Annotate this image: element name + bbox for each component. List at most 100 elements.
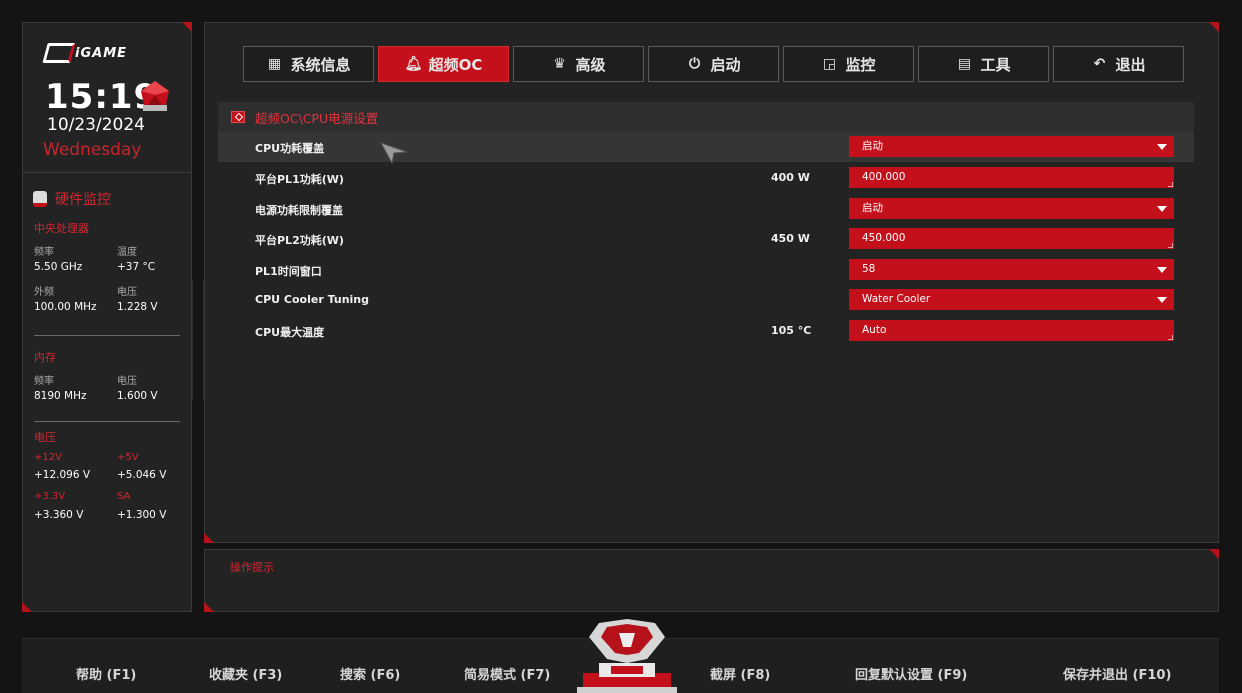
cpu-volt-label: 电压	[117, 287, 137, 298]
current-weekday: Wednesday	[43, 140, 142, 160]
search-button[interactable]: 搜索 (F6)	[340, 664, 400, 683]
setting-row-cpu-cooler-tuning[interactable]: CPU Cooler Tuning Water Cooler	[218, 285, 1194, 315]
divider	[34, 335, 180, 336]
cpu-volt-value: 1.228 V	[117, 301, 158, 313]
v12-label: +12V	[34, 452, 62, 463]
tab-advanced[interactable]: ♛ 高级	[513, 46, 644, 82]
mem-freq-label: 频率	[34, 376, 54, 387]
hardware-monitor-sidebar: iGAME 15:19 10/23/2024 Wednesday 硬件监控 中央…	[22, 22, 192, 612]
memory-section-title: 内存	[34, 351, 56, 364]
voltage-section-title: 电压	[34, 431, 56, 444]
setting-name: CPU功耗覆盖	[255, 142, 325, 155]
cpu-temp-label: 温度	[117, 247, 137, 258]
setting-name: 平台PL1功耗(W)	[255, 173, 344, 186]
hardware-monitor-label: 硬件监控	[55, 192, 111, 208]
pl2-power-input[interactable]: 450.000	[849, 228, 1174, 249]
cpu-freq-value: 5.50 GHz	[34, 261, 83, 273]
brand-logo: iGAME	[42, 43, 128, 63]
help-panel: 操作提示	[204, 549, 1219, 612]
dropdown-value: Water Cooler	[862, 293, 931, 305]
breadcrumb-bar: 超频OC\CPU电源设置	[218, 102, 1194, 132]
toolbox-icon: ▤	[957, 56, 972, 72]
dropdown-value: 启动	[862, 140, 883, 152]
cpu-bclk-label: 外频	[34, 287, 54, 298]
setting-name: PL1时间窗口	[255, 265, 322, 278]
pl1-power-input[interactable]: 400.000	[849, 167, 1174, 188]
function-key-bar: 帮助 (F1) 收藏夹 (F3) 搜索 (F6) 简易模式 (F7) 截屏 (F…	[22, 619, 1219, 693]
tab-monitor[interactable]: ◲ 监控	[783, 46, 914, 82]
tab-overclock[interactable]: 🔔︎ 超频OC	[378, 46, 509, 82]
v33-value: +3.360 V	[34, 509, 84, 521]
dropdown-value: 启动	[862, 202, 883, 214]
tab-label: 超频OC	[428, 55, 483, 74]
tab-label: 高级	[575, 55, 606, 74]
main-tabs: ▦ 系统信息 🔔︎ 超频OC ♛ 高级 ⏻ 启动 ◲ 监控 ▤ 工具 ↶ 退出	[243, 46, 1184, 82]
sa-value: +1.300 V	[117, 509, 167, 521]
pl1-time-window-dropdown[interactable]: 58	[849, 259, 1174, 280]
screenshot-button[interactable]: 截屏 (F8)	[710, 664, 770, 683]
cpu-bclk-value: 100.00 MHz	[34, 301, 97, 313]
save-exit-button[interactable]: 保存并退出 (F10)	[1063, 664, 1171, 683]
cpu-temp-value: +37 °C	[117, 261, 156, 273]
restore-defaults-button[interactable]: 回复默认设置 (F9)	[855, 664, 967, 683]
current-value: 450 W	[771, 232, 810, 245]
cpu-power-override-dropdown[interactable]: 启动	[849, 136, 1174, 157]
setting-name: CPU最大温度	[255, 326, 325, 339]
monitor-chip-icon	[33, 191, 47, 207]
mem-volt-value: 1.600 V	[117, 390, 158, 402]
v5-label: +5V	[117, 452, 139, 463]
bell-icon: 🔔︎	[404, 56, 423, 72]
favorites-button[interactable]: 收藏夹 (F3)	[209, 664, 282, 683]
cpu-max-temp-input[interactable]: Auto	[849, 320, 1174, 341]
setting-row-pl1-power[interactable]: 平台PL1功耗(W) 400 W 400.000	[218, 163, 1194, 193]
igame-logo-icon	[42, 43, 76, 63]
divider	[34, 421, 180, 422]
easy-mode-button[interactable]: 简易模式 (F7)	[464, 664, 550, 683]
mem-volt-label: 电压	[117, 376, 137, 387]
input-value: 450.000	[862, 232, 906, 244]
panel-corner-accent	[22, 602, 32, 612]
tab-exit[interactable]: ↶ 退出	[1053, 46, 1184, 82]
current-value: 400 W	[771, 171, 810, 184]
chevron-down-icon	[1157, 267, 1167, 273]
input-value: Auto	[862, 324, 887, 336]
help-button[interactable]: 帮助 (F1)	[76, 664, 136, 683]
grid-icon: ▦	[267, 56, 282, 72]
current-value: 105 °C	[771, 324, 812, 337]
settings-panel: ▦ 系统信息 🔔︎ 超频OC ♛ 高级 ⏻ 启动 ◲ 监控 ▤ 工具 ↶ 退出	[204, 22, 1219, 543]
tab-tools[interactable]: ▤ 工具	[918, 46, 1049, 82]
brand-name: iGAME	[75, 45, 128, 61]
breadcrumb: 超频OC\CPU电源设置	[255, 110, 379, 126]
tab-label: 启动	[710, 55, 741, 74]
section-icon	[231, 111, 245, 123]
chevron-down-icon	[1157, 297, 1167, 303]
setting-row-pl2-power[interactable]: 平台PL2功耗(W) 450 W 450.000	[218, 224, 1194, 254]
dropdown-value: 58	[862, 263, 876, 275]
tab-boot[interactable]: ⏻ 启动	[648, 46, 779, 82]
pulse-icon: ◲	[822, 56, 837, 72]
cpu-section-title: 中央处理器	[34, 222, 89, 235]
v12-value: +12.096 V	[34, 469, 91, 481]
tab-system-info[interactable]: ▦ 系统信息	[243, 46, 374, 82]
setting-name: 平台PL2功耗(W)	[255, 234, 344, 247]
setting-row-pl1-time-window[interactable]: PL1时间窗口 58	[218, 255, 1194, 285]
panel-corner-accent	[1209, 549, 1219, 559]
v33-label: +3.3V	[34, 491, 66, 502]
panel-corner-accent	[1209, 22, 1219, 32]
mem-freq-value: 8190 MHz	[34, 390, 87, 402]
power-limit-override-dropdown[interactable]: 启动	[849, 198, 1174, 219]
setting-name: 电源功耗限制覆盖	[255, 204, 343, 217]
setting-row-cpu-max-temp[interactable]: CPU最大温度 105 °C Auto	[218, 316, 1194, 346]
panel-corner-accent	[182, 22, 192, 32]
hardware-monitor-title: 硬件监控	[33, 189, 111, 209]
igame-emblem-icon	[577, 619, 677, 693]
sa-label: SA	[117, 491, 131, 502]
cpu-cooler-tuning-dropdown[interactable]: Water Cooler	[849, 289, 1174, 310]
setting-row-power-limit-override[interactable]: 电源功耗限制覆盖 启动	[218, 194, 1194, 224]
background-decoration	[192, 280, 204, 400]
setting-row-cpu-power-override[interactable]: CPU功耗覆盖 启动	[218, 132, 1194, 162]
tab-label: 监控	[845, 55, 876, 74]
tab-label: 系统信息	[290, 55, 351, 74]
divider	[23, 172, 191, 173]
power-icon: ⏻	[688, 56, 701, 72]
